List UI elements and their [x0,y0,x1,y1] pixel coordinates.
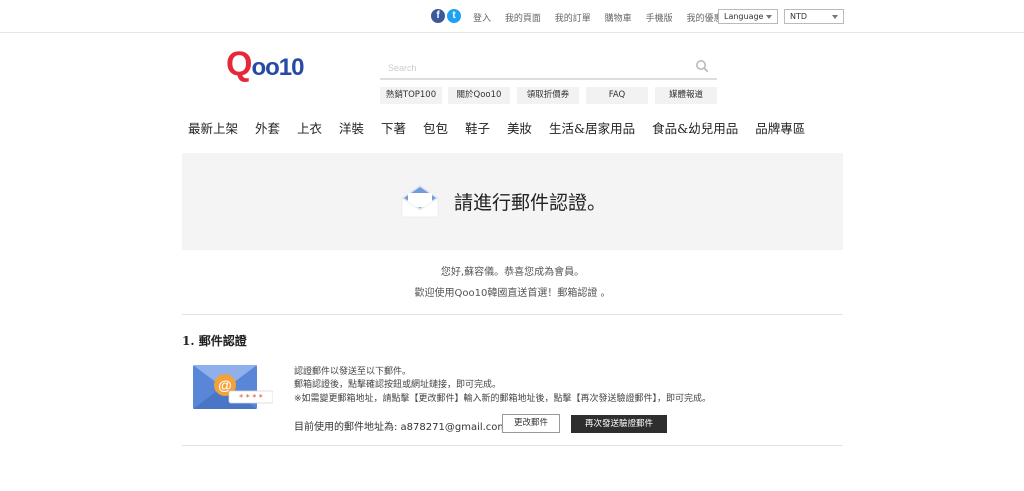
top-links: 登入 我的頁面 我的訂單 購物車 手機版 我的優惠券 [473,11,742,24]
category-food-baby[interactable]: 食品&幼兒用品 [652,121,738,136]
chevron-down-icon [832,15,838,19]
email-at-icon: @ * * * * [193,365,273,409]
quick-link-faq[interactable]: FAQ [586,87,648,104]
facebook-icon[interactable]: f [431,9,445,23]
divider [182,445,843,446]
twitter-icon[interactable]: t [447,9,461,23]
category-outerwear[interactable]: 外套 [255,121,280,136]
banner-title: 請進行郵件認證。 [454,192,607,214]
currency-select[interactable]: NTD [784,9,844,24]
category-brands[interactable]: 品牌專區 [755,121,805,136]
verify-banner: 請進行郵件認證。 [182,153,843,250]
resend-verification-button[interactable]: 再次發送驗證郵件 [571,415,667,433]
divider [182,314,843,315]
my-page-link[interactable]: 我的頁面 [505,14,541,24]
login-link[interactable]: 登入 [473,14,491,24]
search-bar [380,56,717,80]
category-nav: 最新上架 外套 上衣 洋裝 下著 包包 鞋子 美妝 生活&居家用品 食品&幼兒用… [188,118,818,137]
search-icon[interactable] [695,59,709,73]
currency-select-value: NTD [790,12,808,21]
welcome-message: 歡迎使用Qoo10韓國直送首選！郵箱認證 。 [414,288,611,299]
category-tops[interactable]: 上衣 [297,121,322,136]
info-line-2: 郵箱認證後，點擊確認按鈕或網址鏈接，即可完成。 [294,380,502,390]
quick-link-top100[interactable]: 熱銷TOP100 [380,87,442,104]
category-bottoms[interactable]: 下著 [381,121,406,136]
quick-link-coupons[interactable]: 領取折價券 [517,87,579,104]
section-title: 1. 郵件認證 [182,334,247,348]
info-line-1: 認證郵件以發送至以下郵件。 [294,367,412,377]
my-orders-link[interactable]: 我的訂單 [555,14,591,24]
category-bags[interactable]: 包包 [423,121,448,136]
category-shoes[interactable]: 鞋子 [465,121,490,136]
open-envelope-icon [401,185,439,218]
current-email-label: 目前使用的郵件地址為: a878271@gmail.com [294,422,508,433]
welcome-greeting: 您好,蘇容儀。恭喜您成為會員。 [440,267,585,278]
search-input[interactable] [388,60,678,76]
change-email-button[interactable]: 更改郵件 [502,414,560,433]
quick-link-media[interactable]: 媒體報道 [655,87,717,104]
category-dresses[interactable]: 洋裝 [339,121,364,136]
qoo10-logo[interactable]: Qoo10 [226,45,304,85]
chevron-down-icon [766,15,772,19]
language-select-value: Language [724,12,764,21]
logo-q: Q [226,45,252,83]
language-select[interactable]: Language [718,9,778,24]
svg-text:@: @ [218,377,232,393]
category-home[interactable]: 生活&居家用品 [549,121,635,136]
top-utility-bar: f t 登入 我的頁面 我的訂單 購物車 手機版 我的優惠券 Language … [0,0,1024,33]
category-new[interactable]: 最新上架 [188,121,238,136]
mobile-link[interactable]: 手機版 [646,14,673,24]
password-stars: * * * * [239,393,263,402]
cart-link[interactable]: 購物車 [605,14,632,24]
logo-rest: oo10 [251,54,304,81]
quick-link-about[interactable]: 關於Qoo10 [448,87,510,104]
info-line-3: ※如需變更郵箱地址，請點擊【更改郵件】輸入新的郵箱地址後，點擊【再次發送驗證郵件… [294,394,712,404]
category-beauty[interactable]: 美妝 [507,121,532,136]
